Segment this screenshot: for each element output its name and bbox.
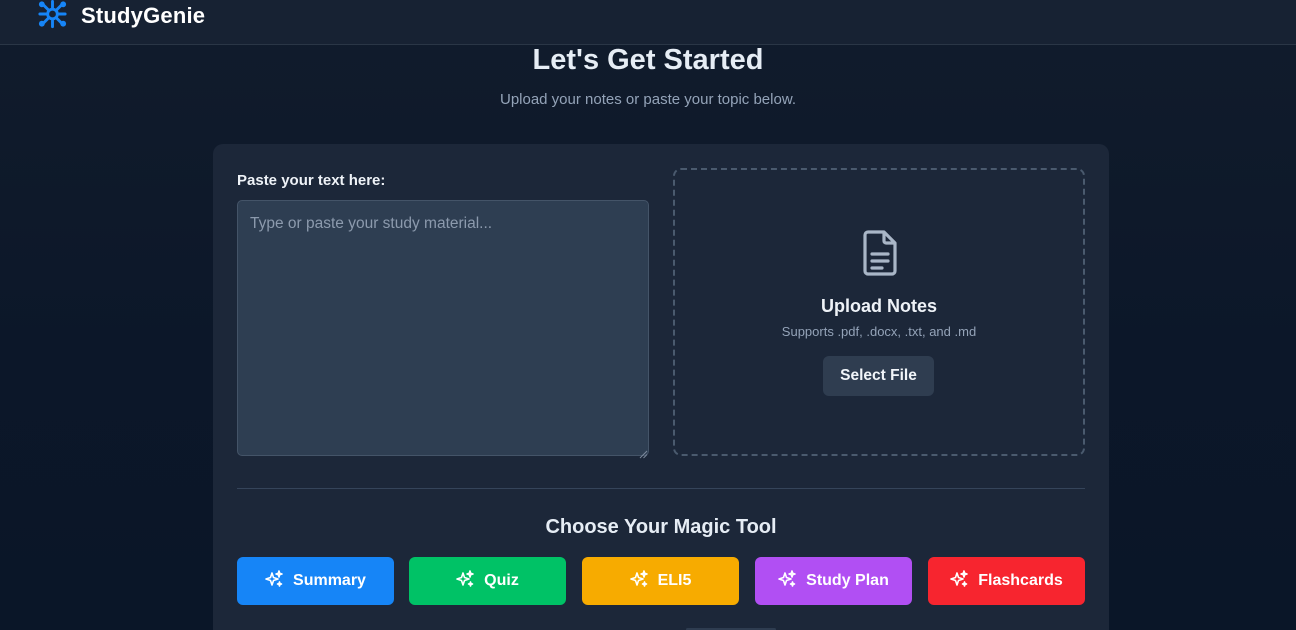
brain-network-icon	[36, 0, 69, 34]
file-dropzone[interactable]: Upload Notes Supports .pdf, .docx, .txt,…	[673, 168, 1085, 456]
quiz-button[interactable]: Quiz	[409, 557, 566, 605]
sparkles-icon	[265, 569, 283, 593]
navbar: StudyGenie	[0, 0, 1296, 45]
summary-button[interactable]: Summary	[237, 557, 394, 605]
app-name: StudyGenie	[81, 3, 206, 28]
upload-supported-formats: Supports .pdf, .docx, .txt, and .md	[781, 324, 977, 339]
sparkles-icon	[950, 569, 969, 593]
eli5-button[interactable]: ELI5	[582, 557, 739, 605]
paste-label: Paste your text here:	[237, 172, 386, 189]
upload-title: Upload Notes	[820, 296, 937, 316]
select-file-button[interactable]: Select File	[823, 356, 934, 396]
eli5-button-label: ELI5	[657, 572, 692, 589]
page-subtitle: Upload your notes or paste your topic be…	[499, 91, 796, 108]
flashcards-button-label: Flashcards	[978, 572, 1063, 589]
study-plan-button-label: Study Plan	[806, 572, 889, 589]
tools-title: Choose Your Magic Tool	[545, 516, 777, 538]
page-title: Let's Get Started	[532, 44, 764, 76]
study-text-input[interactable]	[237, 200, 649, 456]
input-card: Paste your text here: Upload Notes Suppo…	[213, 144, 1109, 630]
sparkles-icon	[629, 569, 648, 593]
study-plan-button[interactable]: Study Plan	[755, 557, 912, 605]
summary-button-label: Summary	[293, 572, 366, 589]
file-text-icon	[860, 230, 900, 276]
sparkles-icon	[778, 569, 796, 593]
brand[interactable]: StudyGenie	[36, 0, 205, 32]
flashcards-button[interactable]: Flashcards	[928, 557, 1085, 605]
resize-handle-icon[interactable]	[639, 446, 648, 459]
quiz-button-label: Quiz	[484, 572, 519, 589]
divider	[237, 488, 1085, 489]
sparkles-icon	[456, 569, 474, 593]
